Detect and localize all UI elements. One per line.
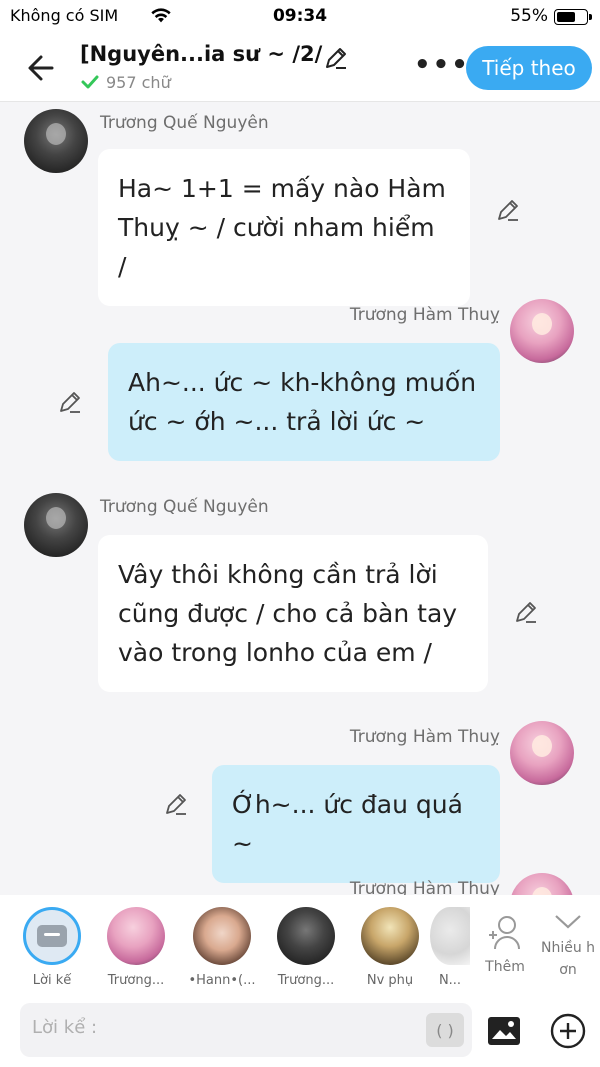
- edit-message-pencil-icon[interactable]: [494, 197, 522, 225]
- more-options-icon[interactable]: •••: [414, 50, 470, 80]
- character-narrator[interactable]: Lời kể: [16, 907, 88, 988]
- message-bubble[interactable]: Ah~... ức ~ kh-không muốn ức ~ ớh ~... t…: [108, 343, 500, 461]
- avatar[interactable]: [510, 299, 574, 363]
- character-name: Trương...: [277, 973, 335, 988]
- next-button[interactable]: Tiếp theo: [466, 46, 592, 90]
- edit-message-pencil-icon[interactable]: [162, 791, 190, 819]
- avatar[interactable]: [24, 493, 88, 557]
- edit-title-pencil-icon[interactable]: [322, 44, 350, 72]
- check-icon: [80, 72, 100, 92]
- edit-message-pencil-icon[interactable]: [512, 599, 540, 627]
- character-item[interactable]: Trương...: [100, 907, 172, 988]
- message-input[interactable]: Lời kể :: [20, 1003, 472, 1057]
- character-name: N...: [438, 973, 462, 988]
- image-icon[interactable]: [486, 1015, 522, 1047]
- input-bar: Lời kể : ( ): [0, 995, 600, 1067]
- avatar[interactable]: [24, 109, 88, 173]
- character-name: Trương...: [107, 973, 165, 988]
- header: [Nguyên...ia sư ~ /2/ 957 chữ ••• Tiếp t…: [0, 34, 600, 102]
- character-name: Lời kể: [32, 973, 72, 988]
- more-characters-button[interactable]: Nhiều h ơn: [536, 911, 600, 981]
- avatar[interactable]: [510, 873, 574, 895]
- plus-icon[interactable]: [550, 1013, 586, 1049]
- status-bar: Không có SIM 09:34 55%: [0, 0, 600, 34]
- battery-percent: 55%: [510, 6, 548, 26]
- battery-icon: [554, 9, 592, 25]
- avatar[interactable]: [510, 721, 574, 785]
- sender-name: Trương Hàm Thuy: [349, 879, 500, 895]
- character-item[interactable]: Nv phụ: [354, 907, 426, 988]
- more-characters-label: Nhiều h ơn: [540, 940, 596, 978]
- word-count-label: 957 chữ: [106, 72, 171, 92]
- chat-area[interactable]: Trương Quế Nguyên Ha~ 1+1 = mấy nào Hàm …: [0, 103, 600, 895]
- character-item[interactable]: •Hann•(...: [186, 907, 258, 988]
- character-name: Nv phụ: [366, 973, 414, 988]
- story-title: [Nguyên...ia sư ~ /2/: [80, 42, 323, 66]
- sender-name: Trương Hàm Thuỵ: [349, 305, 500, 325]
- edit-message-pencil-icon[interactable]: [56, 389, 84, 417]
- chevron-down-icon: [552, 915, 584, 937]
- back-arrow-icon[interactable]: [22, 48, 62, 88]
- sender-name: Trương Quế Nguyên: [100, 113, 269, 133]
- character-item[interactable]: Trương...: [270, 907, 342, 988]
- message-bubble[interactable]: Ha~ 1+1 = mấy nào Hàm Thuỵ ~ / cười nham…: [98, 149, 470, 306]
- character-selector: Lời kể Trương... •Hann•(... Trương... Nv…: [0, 895, 600, 995]
- character-name: •Hann•(...: [188, 973, 256, 988]
- add-person-icon: [485, 916, 525, 957]
- message-bubble[interactable]: Ớh~... ức đau quá ~: [212, 765, 500, 883]
- word-count: 957 chữ: [80, 72, 171, 92]
- sender-name: Trương Hàm Thuỵ: [349, 727, 500, 747]
- sender-name: Trương Quế Nguyên: [100, 497, 269, 517]
- narration-icon: [37, 925, 67, 947]
- character-item[interactable]: N...: [430, 907, 470, 988]
- add-character-button[interactable]: Thêm: [480, 913, 530, 975]
- message-bubble[interactable]: Vây thôi không cần trả lời cũng được / c…: [98, 535, 488, 692]
- action-parentheses-button[interactable]: ( ): [426, 1013, 464, 1047]
- add-character-label: Thêm: [485, 959, 525, 975]
